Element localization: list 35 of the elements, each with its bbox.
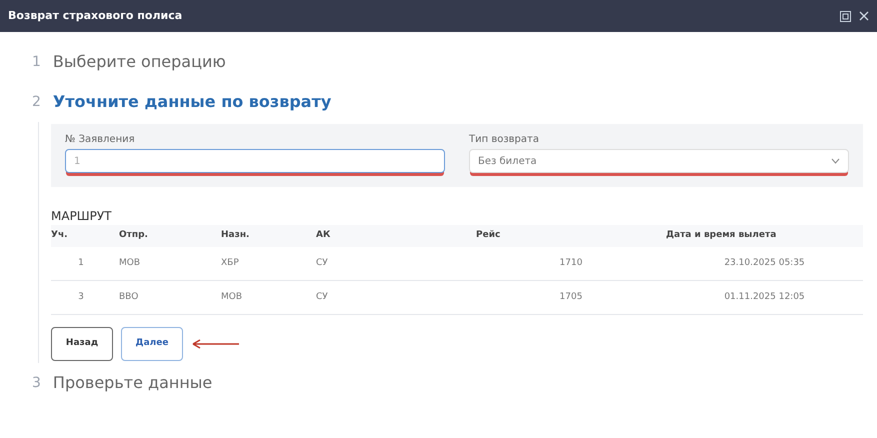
table-cell-text: 3 (77, 290, 85, 304)
field-label: № Заявления (65, 133, 136, 147)
table-cell-text: 1710 (558, 256, 584, 270)
table-cell-text: 1 (77, 256, 85, 270)
table-cell-text: 01.11.2025 12:05 (723, 290, 806, 304)
table-cell-text: СУ (316, 290, 329, 304)
column-header: Дата и время вылета (666, 229, 778, 242)
column-header: Уч. (51, 229, 69, 242)
arrow-icon (191, 339, 241, 349)
return-type-dropdown[interactable]: Без билета (469, 149, 849, 173)
step-number: 2 (32, 92, 41, 112)
step-number: 1 (32, 52, 41, 72)
field-label: Тип возврата (469, 133, 540, 147)
table-cell-text: MOB (118, 256, 142, 270)
table-cell-text: 23.10.2025 05:35 (723, 256, 806, 270)
step-title[interactable]: Выберите операцию (52, 50, 226, 74)
chevron-down-icon (831, 158, 840, 164)
column-header: Назн. (221, 229, 250, 242)
column-header: Отпр. (118, 229, 149, 242)
step-title[interactable]: Уточните данные по возврату (52, 90, 332, 114)
back-button[interactable]: Назад (51, 327, 113, 361)
table-cell-text: BBO (118, 290, 140, 304)
table-cell-text: СУ (316, 256, 329, 270)
step-title[interactable]: Проверьте данные (52, 371, 212, 395)
column-header: Рейс (476, 229, 502, 242)
step-number: 3 (32, 374, 41, 392)
column-header: АК (316, 229, 332, 242)
window-title: Возврат страхового полиса (8, 8, 182, 24)
close-icon[interactable] (859, 11, 869, 21)
table-cell-text: ХБР (221, 256, 240, 270)
next-button[interactable]: Далее (121, 327, 183, 361)
table-cell-text: MOB (221, 290, 244, 304)
section-title: МАРШРУТ (51, 208, 113, 225)
restore-icon[interactable] (840, 10, 851, 22)
table-cell-text: 1705 (558, 290, 584, 304)
